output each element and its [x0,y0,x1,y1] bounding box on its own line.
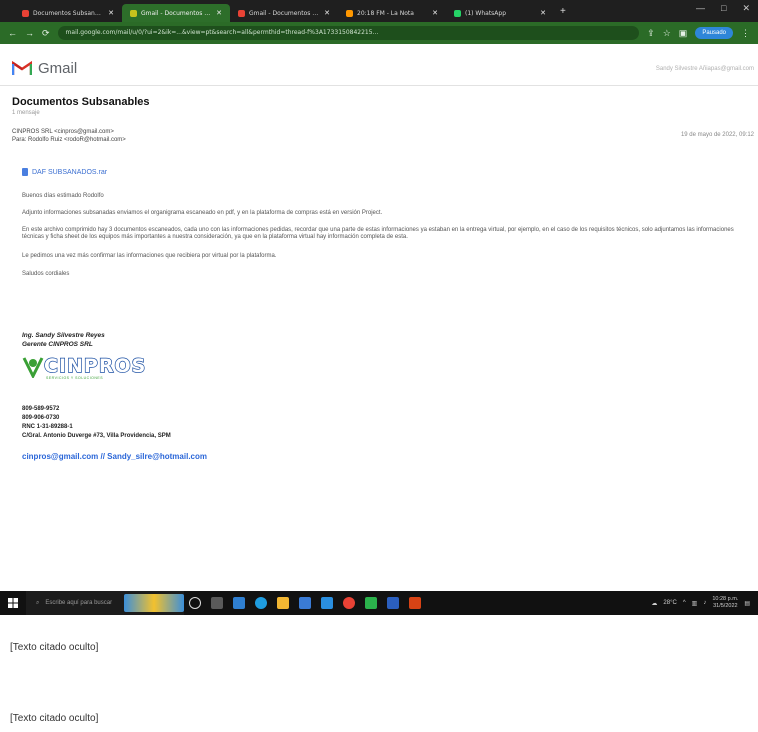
quoted-text-toggle[interactable]: [Texto citado oculto] [10,642,98,653]
email-closing: Saludos cordiales [22,271,70,277]
share-icon[interactable]: ⇪ [647,28,655,39]
email-date: 19 de mayo de 2022, 09:12 [680,132,754,138]
signature-phone: 809-906-0730 [22,415,60,421]
forward-icon[interactable]: → [25,28,34,38]
message-count: 1 mensaje [12,110,40,116]
edge-icon[interactable] [255,597,267,609]
signature-name: Ing. Sandy Silvestre Reyes [22,332,105,339]
menu-icon[interactable]: ⋮ [741,28,750,39]
cinpros-logo: CINPROS SERVICIOS Y SOLUCIONES [22,354,147,380]
close-icon[interactable]: ✕ [540,9,546,17]
browser-tab[interactable]: Documentos Subsanable ✕ [14,4,122,22]
start-button[interactable] [0,598,26,608]
file-explorer-icon[interactable] [277,597,289,609]
taskbar-search[interactable]: ⌕ Escribe aquí para buscar [26,591,184,615]
gmail-logo-icon[interactable] [12,60,32,75]
email-paragraph: Le pedimos una vez más confirmar las inf… [22,253,277,259]
whatsapp-icon[interactable] [365,597,377,609]
attachment-name: DAF SUBSANADOS.rar [32,168,108,176]
email-from: CINPROS SRL <cinpros@gmail.com> [12,129,114,135]
close-icon[interactable]: ✕ [324,9,330,17]
signature-phone: 809-589-9572 [22,406,60,412]
gmail-tab-icon [22,9,29,17]
news-tab-icon [346,9,353,17]
url-field[interactable]: mail.google.com/mail/u/0/?ui=2&ik=...&vi… [57,26,640,40]
email-greeting: Buenos días estimado Rodolfo [22,193,104,199]
windows-icon [8,598,18,608]
tray-chevron-icon[interactable]: ^ [683,600,686,606]
gmail-brand: Gmail [38,60,78,77]
browser-tab[interactable]: 20:18 FM - La Nota ✕ [338,4,446,22]
windows-taskbar: ⌕ Escribe aquí para buscar ☁ 28°C ^ ▥ ♪ … [0,591,758,615]
gmail-header: Gmail Sandy Silvestre Añiapas@gmail.com [0,50,758,86]
volume-icon[interactable]: ♪ [703,600,706,606]
profile-pill[interactable]: Pausado [695,27,733,39]
quoted-text-toggle[interactable]: [Texto citado oculto] [10,713,98,724]
close-window-icon[interactable]: ✕ [742,3,750,14]
search-icon: ⌕ [36,599,40,606]
signature-links[interactable]: cinpros@gmail.com // Sandy_silre@hotmail… [22,452,207,461]
close-icon[interactable]: ✕ [432,9,438,17]
search-highlight-image [124,594,184,612]
network-icon[interactable]: ▥ [692,600,698,607]
chrome-icon[interactable] [343,597,355,609]
close-icon[interactable]: ✕ [108,9,114,17]
photo-app-icon[interactable] [409,597,421,609]
browser-tab[interactable]: Gmail - Documentos Sub ✕ [230,4,338,22]
mail-icon[interactable] [321,597,333,609]
word-icon[interactable] [387,597,399,609]
gmail-tab-icon [130,9,137,17]
tab-title: (1) WhatsApp [465,9,507,17]
browser-tab-active[interactable]: Gmail - Documentos Sub ✕ [122,4,230,22]
task-view-icon[interactable] [211,597,223,609]
weather-temp: 28°C [663,600,677,606]
tab-title: Gmail - Documentos Sub [249,9,321,17]
back-icon[interactable]: ← [8,28,17,38]
account-label: Sandy Silvestre Añiapas@gmail.com [655,66,754,72]
reload-icon[interactable]: ⟳ [42,28,50,39]
tab-title: Gmail - Documentos Sub [141,9,213,17]
browser-tab[interactable]: (1) WhatsApp ✕ [446,4,554,22]
email-paragraph: Adjunto informaciones subsanadas enviamo… [22,210,383,216]
address-bar: ← → ⟳ mail.google.com/mail/u/0/?ui=2&ik=… [0,22,758,44]
file-icon [22,168,28,176]
search-placeholder: Escribe aquí para buscar [45,600,113,606]
window-controls: — □ ✕ [696,3,750,14]
bookmark-star-icon[interactable]: ☆ [663,28,671,39]
attachment-link[interactable]: DAF SUBSANADOS.rar [22,168,107,176]
sidebar-icon[interactable]: ▣ [679,28,688,39]
minimize-icon[interactable]: — [696,3,705,14]
browser-tab-strip: Documentos Subsanable ✕ Gmail - Document… [0,0,758,22]
tab-title: Documentos Subsanable [33,9,105,17]
notifications-icon[interactable]: ▤ [744,600,750,607]
email-subject: Documentos Subsanables [12,96,150,108]
email-to: Para: Rodolfo Ruiz <rodoR@hotmail.com> [12,137,126,143]
logo-tagline: SERVICIOS Y SOLUCIONES [46,376,104,380]
taskbar-clock[interactable]: 10:28 p.m. 31/5/2022 [712,596,738,610]
close-icon[interactable]: ✕ [216,9,222,17]
store-icon[interactable] [299,597,311,609]
whatsapp-tab-icon [454,9,461,17]
photos-app-icon[interactable] [233,597,245,609]
signature-address: C/Gral. Antonio Duverge #73, Villa Provi… [22,433,171,439]
new-tab-button[interactable]: + [560,6,566,17]
weather-icon[interactable]: ☁ [651,600,657,607]
maximize-icon[interactable]: □ [721,3,726,14]
signature-role: Gerente CINPROS SRL [22,341,93,348]
clock-time: 10:28 p.m. [712,596,739,602]
cortana-icon[interactable] [189,597,201,609]
system-tray: ☁ 28°C ^ ▥ ♪ 10:28 p.m. 31/5/2022 ▤ [651,596,758,610]
email-paragraph: En este archivo comprimido hay 3 documen… [22,227,734,240]
gmail-tab-icon [238,9,245,17]
clock-date: 31/5/2022 [713,603,738,609]
logo-wordmark: CINPROS [43,354,147,377]
signature-rnc: RNC 1-31-89288-1 [22,424,73,430]
lightbulb-logo-icon [22,357,44,378]
tab-title: 20:18 FM - La Nota [357,9,414,17]
